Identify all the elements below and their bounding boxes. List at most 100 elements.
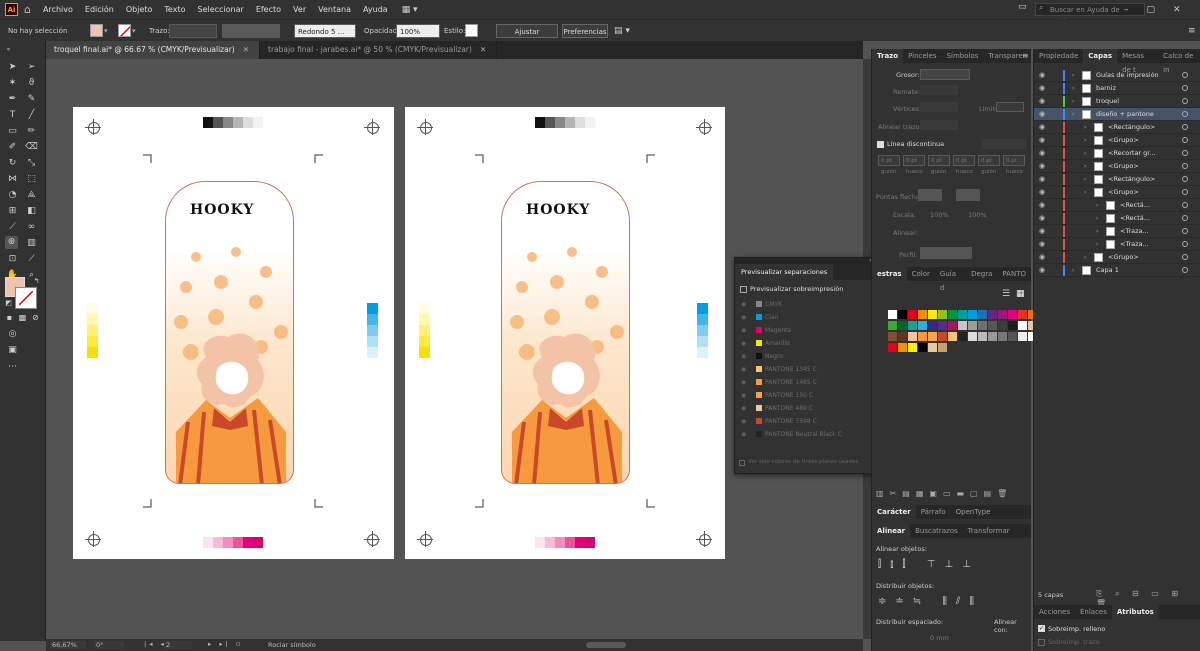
expand-chevron-icon[interactable]: › [1084,173,1086,186]
swatch[interactable] [948,310,957,319]
pen-tool-icon[interactable]: ✒ [6,93,19,106]
swatch[interactable] [968,321,977,330]
target-circle-icon[interactable] [1182,176,1188,182]
swatch[interactable] [1008,332,1017,341]
align-stroke-buttons[interactable] [920,120,958,130]
swatch[interactable] [888,321,897,330]
adjust-document-button[interactable]: Ajustar documento [496,24,558,50]
separation-row[interactable]: ◉ Cian [735,311,889,324]
arrowhead-end-select[interactable] [956,189,980,201]
workspace-switcher-icon[interactable]: ▦ ▾ [402,5,418,15]
grid-view-icon[interactable]: ▦ [1016,289,1025,299]
tab-alinear[interactable]: Alinear [872,524,911,538]
layer-row[interactable]: ◉ › troquel [1034,95,1200,108]
swatch[interactable] [968,332,977,341]
visibility-eye-icon[interactable]: ◉ [1039,238,1045,251]
spacing-value[interactable]: 0 mm [930,634,949,642]
close-tab-icon[interactable]: ✕ [243,45,249,54]
swatch[interactable] [888,310,897,319]
target-circle-icon[interactable] [1182,150,1188,156]
target-circle-icon[interactable] [1182,228,1188,234]
dash-input[interactable]: 0 pt [978,155,1000,166]
horizontal-scrollbar[interactable] [586,642,626,648]
tab-mesas-de-trabajo[interactable]: Mesas de t [1117,49,1158,74]
menu-objeto[interactable]: Objeto [120,5,159,14]
separation-row[interactable]: ◉ Amarillo [735,337,889,350]
layer-row[interactable]: ◉ › <Grupo> [1034,251,1200,264]
eye-icon[interactable]: ◉ [741,376,746,389]
target-circle-icon[interactable] [1182,215,1188,221]
artboard-2[interactable]: HOOKY [405,107,725,559]
menu-texto[interactable]: Texto [158,5,191,14]
graph-tool-icon[interactable]: ▥ [25,237,38,250]
swatch[interactable] [958,321,967,330]
layer-row[interactable]: ◉ › <Grupo> [1034,160,1200,173]
screen-mode-icon[interactable]: ▣ [6,344,19,357]
opacity-field[interactable]: 100% [396,24,440,38]
swatch[interactable] [918,310,927,319]
swatch[interactable] [948,321,957,330]
stroke-weight-input[interactable] [920,69,970,80]
close-icon[interactable]: ✕ [1173,5,1181,15]
swatch[interactable] [938,332,947,341]
artboard-nav-next-icons[interactable]: ▸ ▸| ▫ [208,640,243,648]
visibility-eye-icon[interactable]: ◉ [1039,108,1045,121]
target-circle-icon[interactable] [1182,85,1188,91]
swatch[interactable] [1008,321,1017,330]
layer-row[interactable]: ◉ › <Grupo> [1034,134,1200,147]
expand-chevron-icon[interactable]: › [1084,186,1086,199]
shape-builder-icon[interactable]: ◔ [6,189,19,202]
menu-ventana[interactable]: Ventana [312,5,357,14]
separation-row[interactable]: ◉ PANTONE 1345 C [735,363,889,376]
stroke-color-box[interactable] [15,287,37,309]
dashed-checkbox[interactable] [877,141,884,148]
arrange-icon[interactable]: ▤ ▾ [614,24,630,38]
label-artwork[interactable]: HOOKY [501,181,630,484]
minimize-icon[interactable]: – [1124,5,1129,15]
rotation-field[interactable]: 0° [94,641,124,649]
overprint-fill-checkbox[interactable]: ✓ [1038,625,1045,632]
swatch[interactable] [978,321,987,330]
paintbrush-icon[interactable]: ✏ [25,125,38,138]
swatch[interactable] [998,332,1007,341]
eye-icon[interactable]: ◉ [741,337,746,350]
swatch[interactable] [988,332,997,341]
expand-chevron-icon[interactable]: › [1084,251,1086,264]
eyedropper-icon[interactable]: ⟋ [6,221,19,234]
visibility-eye-icon[interactable]: ◉ [1039,69,1045,82]
tab-atributos[interactable]: Atributos [1111,605,1159,619]
symbol-sprayer-icon[interactable]: ⊛ [5,236,18,249]
swatch[interactable] [938,343,947,352]
menu-ayuda[interactable]: Ayuda [357,5,394,14]
swatch[interactable] [1018,310,1027,319]
tab-enlaces[interactable]: Enlaces [1075,605,1112,619]
target-circle-icon[interactable] [1182,124,1188,130]
layer-row[interactable]: ◉ › <Rectángulo> [1034,173,1200,186]
separation-row[interactable]: ◉ CMYK [735,298,889,311]
swatch[interactable] [958,310,967,319]
type-tool-icon[interactable]: T [6,109,19,122]
expand-chevron-icon[interactable]: › [1072,108,1074,121]
none-mode-icon[interactable]: ⊘ [29,311,42,324]
gradient-mode-icon[interactable]: ▩ [16,311,29,324]
eye-icon[interactable]: ◉ [741,402,746,415]
swatch[interactable] [898,343,907,352]
eraser-icon[interactable]: ⌫ [25,141,38,154]
swatch[interactable] [908,310,917,319]
tab-pantone[interactable]: PANTO [997,267,1031,281]
visibility-eye-icon[interactable]: ◉ [1039,147,1045,160]
swatch[interactable] [988,321,997,330]
swatch[interactable] [998,321,1007,330]
variable-width-field[interactable] [222,24,280,38]
eye-icon[interactable]: ◉ [741,428,746,441]
expand-chevron-icon[interactable]: › [1072,264,1074,277]
menu-seleccionar[interactable]: Seleccionar [191,5,249,14]
tab-propiedades[interactable]: Propiedade [1034,49,1083,63]
separation-row[interactable]: ◉ PANTONE 150 C [735,389,889,402]
tab-muestras[interactable]: estras [872,267,907,281]
swatch[interactable] [888,343,897,352]
overprint-stroke-checkbox[interactable] [1038,639,1045,646]
layer-row[interactable]: ◉ › <Recortar gr... [1034,147,1200,160]
slice-icon[interactable]: ⟋ [25,253,38,266]
dash-align-buttons[interactable] [982,139,1026,149]
